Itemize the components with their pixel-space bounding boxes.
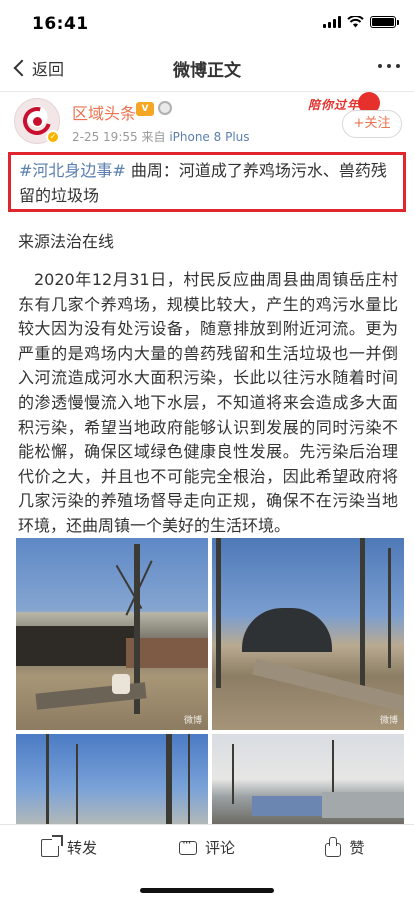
photo-farm-shed[interactable]: 微博 [16, 538, 208, 730]
status-time: 16:41 [32, 14, 89, 34]
page-title: 微博正文 [173, 61, 241, 81]
post-device[interactable]: iPhone 8 Plus [169, 130, 249, 144]
home-indicator[interactable] [140, 888, 274, 893]
photo-greenhouse-trough[interactable]: 微博 [212, 538, 404, 730]
post-meta: 2-25 19:55 来自 iPhone 8 Plus [72, 128, 250, 145]
source-line: 来源法治在线 [18, 232, 115, 251]
source-prefix: 来自 [141, 130, 166, 144]
navigation-bar: 返回 微博正文 [0, 44, 414, 92]
home-indicator-area [0, 870, 414, 903]
verified-badge-icon: ✓ [46, 130, 60, 144]
photo-trees-sky[interactable] [16, 734, 208, 824]
forward-label: 转发 [66, 839, 97, 857]
vip-icon: V [136, 102, 154, 116]
cellular-signal-icon [323, 16, 341, 28]
topic-hashtag-link[interactable]: #河北身边事# [19, 161, 126, 180]
comment-icon [178, 836, 197, 855]
post-header: ✓ 区域头条 V 2-25 19:55 来自 iPhone 8 Plus 陪你过… [0, 92, 414, 150]
post-date: 2-25 19:55 [72, 130, 138, 144]
author-name[interactable]: 区域头条 [72, 100, 136, 124]
photo-village-buildings[interactable] [212, 734, 404, 824]
level-medal-icon [158, 101, 172, 115]
thumbs-up-icon [325, 836, 342, 857]
headline-box: #河北身边事# 曲周：河道成了养鸡场污水、兽药残留的垃圾场 [8, 152, 406, 212]
post-body: 2020年12月31日，村民反应曲周县曲周镇岳庄村东有几家个养鸡场，规模比较大，… [18, 270, 398, 535]
forward-icon [40, 834, 63, 857]
status-bar: 16:41 [0, 0, 414, 44]
status-icons [323, 16, 399, 28]
comment-button[interactable]: 评论 [138, 825, 276, 870]
more-options-icon[interactable] [378, 64, 400, 68]
photo-watermark: 微博 [379, 716, 398, 726]
wifi-icon [347, 16, 364, 28]
forward-button[interactable]: 转发 [0, 825, 138, 870]
photo-watermark: 微博 [183, 716, 202, 726]
like-button[interactable]: 赞 [276, 825, 414, 870]
action-bar: 转发 评论 赞 [0, 824, 414, 870]
battery-icon [370, 16, 399, 28]
comment-label: 评论 [204, 839, 235, 857]
like-label: 赞 [349, 839, 365, 857]
follow-button[interactable]: +关注 [342, 110, 402, 138]
